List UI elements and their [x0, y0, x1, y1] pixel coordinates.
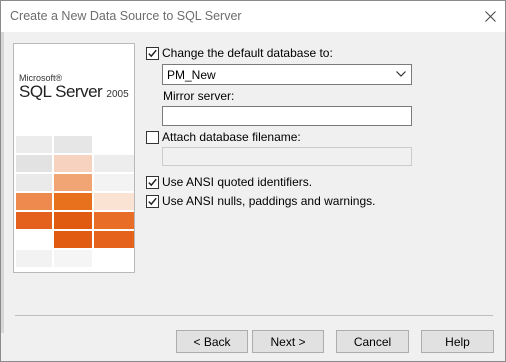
close-button[interactable] — [475, 1, 505, 32]
next-button[interactable]: Next > — [252, 330, 324, 353]
back-button[interactable]: < Back — [176, 330, 248, 353]
help-button[interactable]: Help — [421, 330, 494, 353]
banner-tile — [94, 212, 134, 229]
left-edge-strip — [1, 32, 4, 333]
brand-sql-server: SQL Server 2005 — [19, 82, 129, 102]
banner-tile — [54, 174, 92, 191]
attach-db-label[interactable]: Attach database filename: — [162, 130, 301, 144]
banner-tile — [54, 136, 92, 153]
banner-tile — [54, 155, 92, 172]
banner-tile — [16, 250, 52, 267]
banner-tile — [16, 174, 52, 191]
ansi-nulls-label[interactable]: Use ANSI nulls, paddings and warnings. — [162, 194, 375, 208]
banner-tile — [94, 155, 134, 172]
attach-db-filename-input — [162, 147, 412, 166]
banner-tile — [54, 193, 92, 210]
cancel-button[interactable]: Cancel — [336, 330, 409, 353]
sql-server-banner: Microsoft® SQL Server 2005 — [13, 43, 135, 273]
title-bar: Create a New Data Source to SQL Server — [1, 1, 505, 32]
chevron-down-icon — [396, 71, 406, 77]
banner-tile — [54, 250, 92, 267]
default-database-select[interactable]: PM_New — [162, 64, 412, 85]
banner-tile — [16, 193, 52, 210]
banner-tile — [54, 212, 92, 229]
banner-tile — [94, 193, 134, 210]
ansi-quoted-label[interactable]: Use ANSI quoted identifiers. — [162, 175, 312, 189]
checkmark-icon — [148, 178, 157, 187]
banner-tile — [16, 212, 52, 229]
mirror-server-label: Mirror server: — [163, 89, 235, 103]
change-default-db-checkbox[interactable] — [146, 47, 159, 60]
brand-version: 2005 — [106, 89, 129, 100]
banner-tile — [94, 174, 134, 191]
button-separator — [15, 315, 493, 316]
dialog-window: Create a New Data Source to SQL Server M… — [0, 0, 506, 362]
banner-tile — [54, 231, 92, 248]
checkmark-icon — [148, 197, 157, 206]
close-icon — [484, 11, 496, 22]
checkmark-icon — [148, 49, 157, 58]
ansi-nulls-checkbox[interactable] — [146, 195, 159, 208]
ansi-quoted-checkbox[interactable] — [146, 176, 159, 189]
default-database-value: PM_New — [167, 68, 216, 82]
banner-tile — [16, 155, 52, 172]
banner-tile — [16, 136, 52, 153]
change-default-db-label[interactable]: Change the default database to: — [162, 46, 333, 60]
mirror-server-input[interactable] — [162, 106, 412, 126]
brand-name: SQL Server — [19, 82, 103, 101]
banner-tile — [94, 231, 134, 248]
attach-db-checkbox[interactable] — [146, 131, 159, 144]
window-title: Create a New Data Source to SQL Server — [10, 9, 242, 23]
